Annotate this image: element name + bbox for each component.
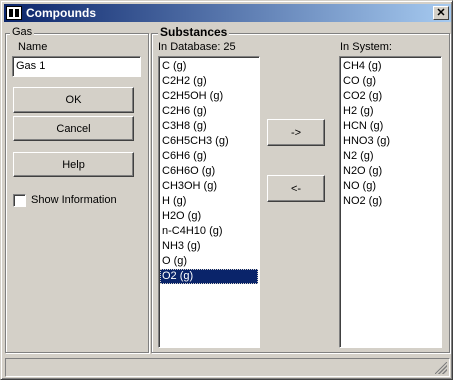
gas-group-caption: Gas xyxy=(10,26,35,38)
show-information-checkbox[interactable] xyxy=(13,194,26,207)
gas-group: Gas xyxy=(5,26,149,353)
substances-heading: Substances xyxy=(158,25,230,39)
database-list-item[interactable]: C2H6 (g) xyxy=(160,104,258,119)
add-to-system-button[interactable]: -> xyxy=(267,119,325,146)
ok-button[interactable]: OK xyxy=(13,87,134,113)
database-list-item[interactable]: C6H5CH3 (g) xyxy=(160,134,258,149)
system-list-item[interactable]: NO (g) xyxy=(341,179,440,194)
system-list-item[interactable]: HNO3 (g) xyxy=(341,134,440,149)
show-information-label: Show Information xyxy=(31,194,117,206)
status-bar xyxy=(5,358,450,377)
close-icon: ✕ xyxy=(436,7,446,19)
database-list-item[interactable]: C3H8 (g) xyxy=(160,119,258,134)
system-list-item[interactable]: HCN (g) xyxy=(341,119,440,134)
system-list-item[interactable]: CO2 (g) xyxy=(341,89,440,104)
name-field[interactable]: Gas 1 xyxy=(12,56,141,77)
cancel-button[interactable]: Cancel xyxy=(13,116,134,141)
database-listbox[interactable]: C (g) C2H2 (g) C2H5OH (g) C2H6 (g) C3H8 (g) C… xyxy=(158,56,260,348)
remove-from-system-button[interactable]: <- xyxy=(267,175,325,202)
system-list-item[interactable]: H2 (g) xyxy=(341,104,440,119)
database-list-item[interactable]: n-C4H10 (g) xyxy=(160,224,258,239)
in-system-label: In System: xyxy=(340,41,392,53)
title-bar[interactable]: Compounds ✕ xyxy=(4,4,451,22)
system-list-item[interactable]: CO (g) xyxy=(341,74,440,89)
database-list-item[interactable]: NH3 (g) xyxy=(160,239,258,254)
name-label: Name xyxy=(18,41,48,53)
in-database-label: In Database: 25 xyxy=(158,41,236,53)
database-list-item[interactable]: C6H6O (g) xyxy=(160,164,258,179)
compounds-window: Compounds ✕ Gas Name Gas 1 OK Cancel Hel… xyxy=(0,0,453,380)
help-button[interactable]: Help xyxy=(13,152,134,177)
system-list-item[interactable]: CH4 (g) xyxy=(341,59,440,74)
database-list-item[interactable]: C (g) xyxy=(160,59,258,74)
app-icon xyxy=(6,6,22,20)
database-list-item[interactable]: C2H5OH (g) xyxy=(160,89,258,104)
database-list-item[interactable]: CH3OH (g) xyxy=(160,179,258,194)
system-listbox[interactable]: CH4 (g) CO (g) CO2 (g) H2 (g) HCN (g) HNO3 (g… xyxy=(339,56,442,348)
database-list-item[interactable]: O2 (g) xyxy=(160,269,258,284)
system-list-item[interactable]: N2O (g) xyxy=(341,164,440,179)
system-list-item[interactable]: N2 (g) xyxy=(341,149,440,164)
database-list-item[interactable]: H (g) xyxy=(160,194,258,209)
database-list-item[interactable]: C6H6 (g) xyxy=(160,149,258,164)
system-list-item[interactable]: NO2 (g) xyxy=(341,194,440,209)
database-list-item[interactable]: C2H2 (g) xyxy=(160,74,258,89)
database-list-item[interactable]: O (g) xyxy=(160,254,258,269)
resize-grip-icon[interactable] xyxy=(435,362,447,374)
close-button[interactable]: ✕ xyxy=(433,6,449,20)
database-list-item[interactable]: H2O (g) xyxy=(160,209,258,224)
window-title: Compounds xyxy=(26,6,96,20)
